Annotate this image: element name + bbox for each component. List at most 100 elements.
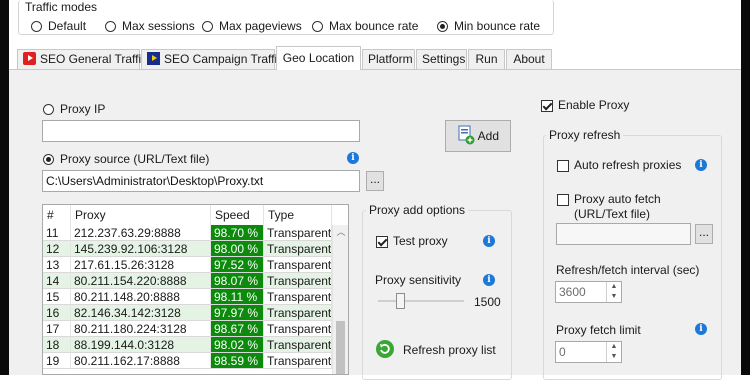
cell-type: Transparent xyxy=(264,241,332,257)
enable-proxy-checkbox[interactable]: Enable Proxy xyxy=(541,98,629,112)
cell-number: 18 xyxy=(43,337,71,353)
auto-fetch-label: Proxy auto fetch xyxy=(574,192,661,206)
spinner-buttons[interactable]: ▲ ▼ xyxy=(606,342,621,362)
tab-label: Platform xyxy=(368,52,413,66)
column-header-number[interactable]: # xyxy=(43,205,71,225)
mode-label: Max bounce rate xyxy=(329,19,419,33)
cell-number: 12 xyxy=(43,241,71,257)
auto-refresh-checkbox[interactable]: Auto refresh proxies xyxy=(557,158,681,172)
traffic-modes-title: Traffic modes xyxy=(22,0,101,14)
tab-geo-location[interactable]: Geo Location xyxy=(276,46,361,70)
table-row[interactable]: 16 82.146.34.142:3128 97.97 % Transparent xyxy=(43,305,332,321)
proxy-source-label: Proxy source (URL/Text file) xyxy=(60,152,210,166)
table-row[interactable]: 14 80.211.154.220:8888 98.07 % Transparent xyxy=(43,273,332,289)
cell-type: Transparent xyxy=(264,353,332,369)
cell-type: Transparent xyxy=(264,257,332,273)
column-header-proxy[interactable]: Proxy xyxy=(71,205,211,225)
info-icon[interactable]: i xyxy=(695,159,707,171)
mode-max-pageviews[interactable]: Max pageviews xyxy=(202,19,302,33)
add-button-label: Add xyxy=(477,129,500,143)
table-row[interactable]: 17 80.211.180.224:3128 98.67 % Transparent xyxy=(43,321,332,337)
cell-number: 11 xyxy=(43,225,71,241)
tab-platform[interactable]: Platform xyxy=(362,49,415,69)
sensitivity-slider-thumb[interactable] xyxy=(396,293,405,309)
cell-proxy: 145.239.92.106:3128 xyxy=(71,241,211,257)
table-row[interactable]: 19 80.211.162.17:8888 98.59 % Transparent xyxy=(43,353,332,369)
column-header-speed[interactable]: Speed xyxy=(211,205,264,225)
radio-icon xyxy=(202,21,213,33)
tab-label: Geo Location xyxy=(282,51,355,65)
scrollbar-thumb[interactable] xyxy=(336,321,345,374)
cell-number: 16 xyxy=(43,305,71,321)
scroll-up-arrow-icon[interactable]: ︿ xyxy=(333,225,348,239)
refresh-proxy-list-button[interactable]: Refresh proxy list xyxy=(375,339,496,359)
cell-proxy: 212.237.63.29:8888 xyxy=(71,225,211,241)
cell-proxy: 217.61.15.26:3128 xyxy=(71,257,211,273)
cell-speed: 97.52 % xyxy=(211,257,264,273)
proxy-add-options-title: Proxy add options xyxy=(366,203,469,217)
info-icon[interactable]: i xyxy=(695,323,707,335)
fetch-limit-spinner[interactable]: 0 ▲ ▼ xyxy=(555,341,622,363)
tab-settings[interactable]: Settings xyxy=(416,49,467,69)
proxy-source-path-input[interactable]: C:\Users\Administrator\Desktop\Proxy.txt xyxy=(42,170,360,192)
proxy-ip-input[interactable] xyxy=(42,120,360,142)
browse-source-button[interactable]: ... xyxy=(366,171,384,191)
tab-run[interactable]: Run xyxy=(468,49,505,69)
cell-speed: 98.59 % xyxy=(211,353,264,369)
tab-label: SEO Campaign Traffic xyxy=(164,52,284,66)
refresh-interval-spinner[interactable]: 3600 ▲ ▼ xyxy=(555,281,622,303)
cell-speed: 98.02 % xyxy=(211,337,264,353)
tab-seo-general-traffic[interactable]: SEO General Traffic xyxy=(17,49,147,69)
cell-speed: 98.70 % xyxy=(211,225,264,241)
tab-about[interactable]: About xyxy=(506,49,552,69)
fetch-limit-label: Proxy fetch limit xyxy=(556,323,641,337)
checkbox-icon xyxy=(376,235,388,248)
auto-fetch-checkbox[interactable]: Proxy auto fetch xyxy=(557,192,661,206)
table-row[interactable]: 15 80.211.148.20:8888 98.11 % Transparent xyxy=(43,289,332,305)
spin-down-icon[interactable]: ▼ xyxy=(607,292,621,302)
proxy-source-radio[interactable]: Proxy source (URL/Text file) xyxy=(43,152,209,166)
mode-min-bounce-rate[interactable]: Min bounce rate xyxy=(437,19,540,33)
cell-proxy: 80.211.162.17:8888 xyxy=(71,353,211,369)
window-frame-right xyxy=(741,0,750,375)
proxy-table[interactable]: # Proxy Speed Type 11 212.237.63.29:8888 9… xyxy=(42,204,349,375)
proxy-ip-radio[interactable]: Proxy IP xyxy=(43,102,105,116)
refresh-icon xyxy=(376,340,394,358)
tab-label: Run xyxy=(475,52,498,66)
spin-up-icon[interactable]: ▲ xyxy=(607,342,621,352)
refresh-interval-value: 3600 xyxy=(559,285,586,299)
browse-fetch-button[interactable]: ... xyxy=(695,224,713,244)
mode-max-sessions[interactable]: Max sessions xyxy=(105,19,195,33)
test-proxy-checkbox[interactable]: Test proxy xyxy=(376,234,448,248)
cell-type: Transparent xyxy=(264,305,332,321)
spin-up-icon[interactable]: ▲ xyxy=(607,282,621,292)
tab-label: SEO General Traffic xyxy=(40,52,148,66)
cell-number: 17 xyxy=(43,321,71,337)
info-icon[interactable]: i xyxy=(483,235,495,247)
sensitivity-slider-track[interactable] xyxy=(378,300,464,302)
radio-icon xyxy=(31,21,42,33)
spinner-buttons[interactable]: ▲ ▼ xyxy=(606,282,621,302)
table-row[interactable]: 18 88.199.144.0:3128 98.02 % Transparent xyxy=(43,337,332,353)
mode-max-bounce-rate[interactable]: Max bounce rate xyxy=(312,19,418,33)
proxy-sensitivity-label: Proxy sensitivity xyxy=(375,273,462,287)
table-row[interactable]: 12 145.239.92.106:3128 98.00 % Transparent xyxy=(43,241,332,257)
info-icon[interactable]: i xyxy=(483,274,495,286)
cell-type: Transparent xyxy=(264,225,332,241)
auto-refresh-label: Auto refresh proxies xyxy=(574,158,682,172)
auto-fetch-sublabel: (URL/Text file) xyxy=(574,207,651,221)
add-proxy-button[interactable]: Add xyxy=(445,120,511,152)
youtube-icon xyxy=(23,52,36,65)
table-row[interactable]: 13 217.61.15.26:3128 97.52 % Transparent xyxy=(43,257,332,273)
auto-fetch-source-input[interactable] xyxy=(556,223,691,245)
table-scrollbar[interactable]: ︿ xyxy=(332,225,348,374)
cell-proxy: 80.211.180.224:3128 xyxy=(71,321,211,337)
mode-default[interactable]: Default xyxy=(31,19,86,33)
cell-number: 14 xyxy=(43,273,71,289)
proxy-refresh-title: Proxy refresh xyxy=(546,128,624,142)
tab-seo-campaign-traffic[interactable]: SEO Campaign Traffic xyxy=(141,49,283,69)
info-icon[interactable]: i xyxy=(347,152,359,164)
table-row[interactable]: 11 212.237.63.29:8888 98.70 % Transparent xyxy=(43,225,332,241)
spin-down-icon[interactable]: ▼ xyxy=(607,352,621,362)
column-header-type[interactable]: Type xyxy=(264,205,332,225)
